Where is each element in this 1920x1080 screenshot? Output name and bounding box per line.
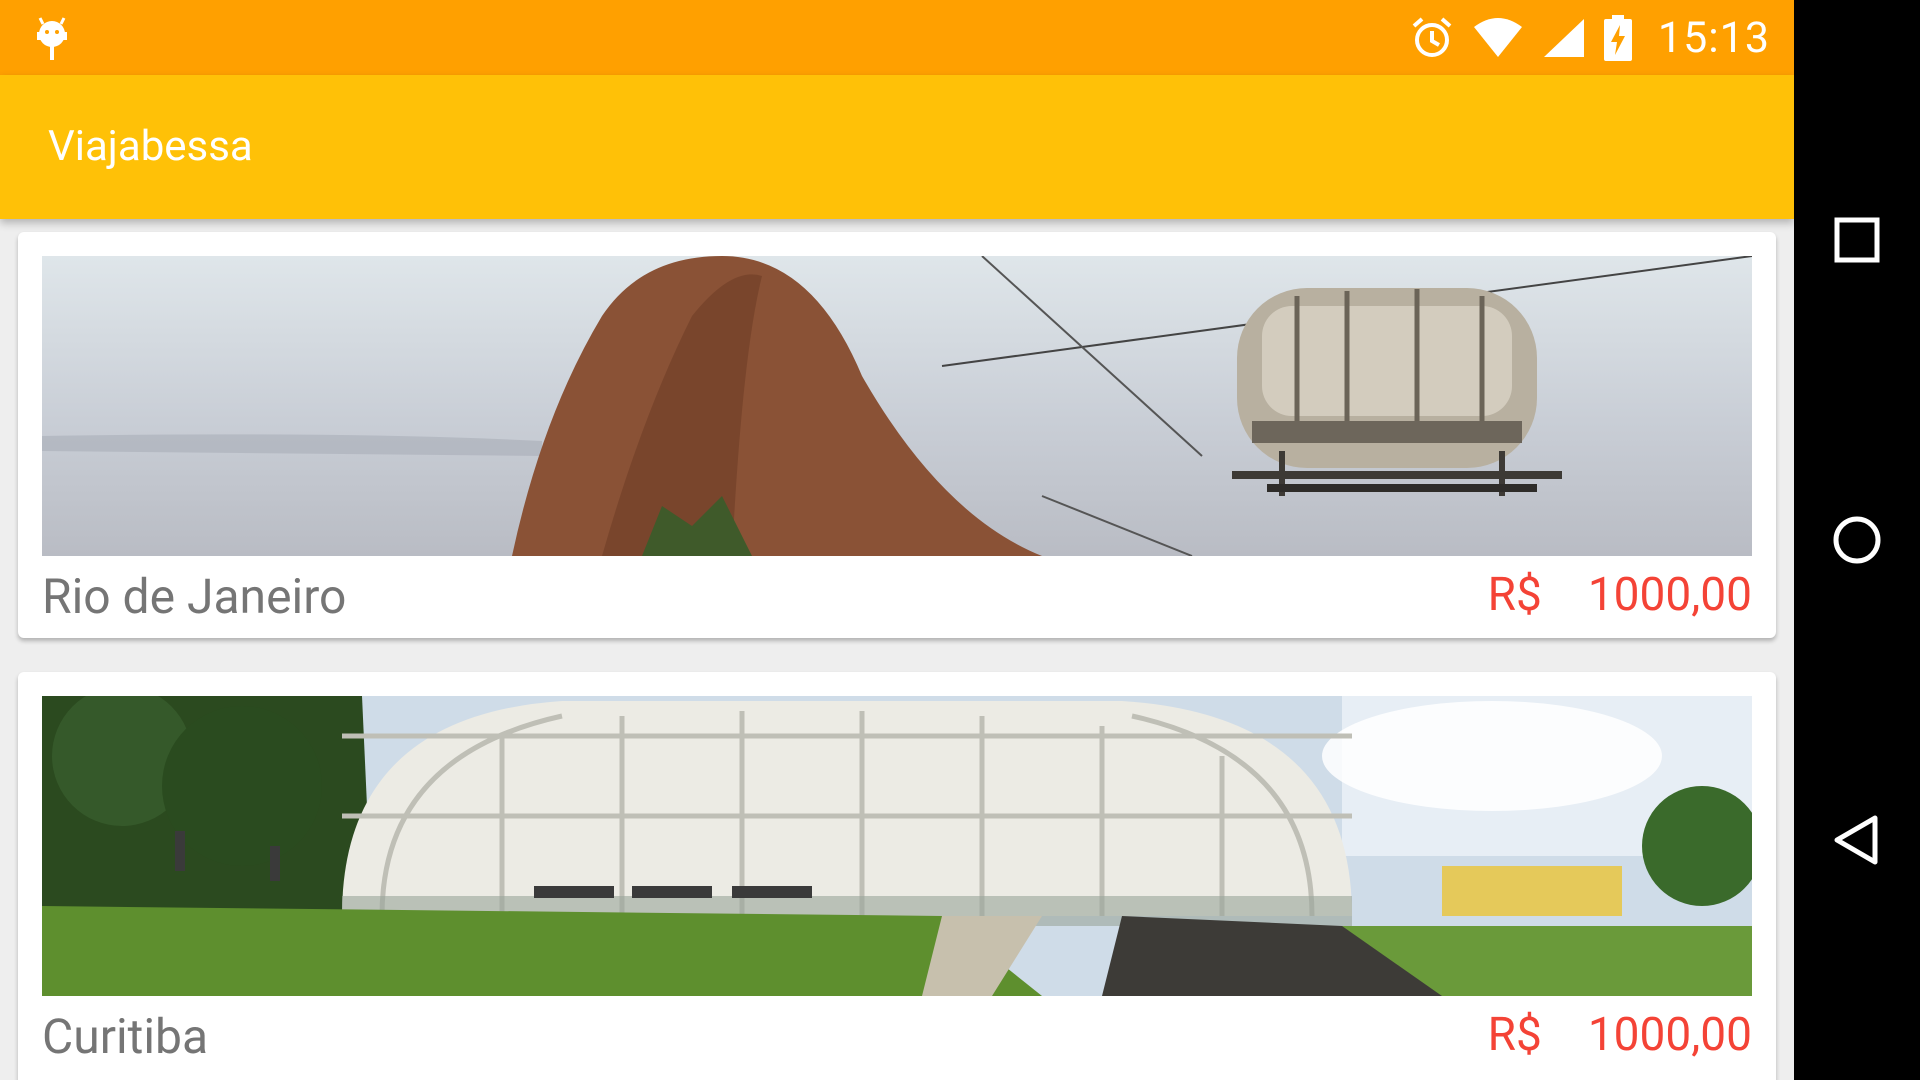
cell-signal-icon — [1543, 19, 1584, 57]
app-toolbar: Viajabessa — [0, 75, 1794, 219]
destination-photo — [42, 256, 1752, 556]
destination-price: R$ 1000,00 — [1488, 1008, 1752, 1062]
back-icon[interactable] — [1827, 810, 1887, 870]
destination-list[interactable]: Rio de Janeiro R$ 1000,00 Curitiba R$ 10… — [0, 219, 1794, 1080]
destination-card[interactable]: Rio de Janeiro R$ 1000,00 — [18, 232, 1776, 638]
price-currency: R$ — [1487, 1008, 1542, 1062]
destination-card[interactable]: Curitiba R$ 1000,00 — [18, 672, 1776, 1080]
wifi-icon — [1473, 18, 1522, 57]
recent-apps-icon[interactable] — [1827, 210, 1887, 270]
price-currency: R$ — [1487, 568, 1542, 622]
destination-city: Curitiba — [42, 1008, 209, 1065]
navigation-bar — [1794, 0, 1920, 1080]
app-title: Viajabessa — [48, 122, 253, 171]
destination-price: R$ 1000,00 — [1488, 568, 1752, 622]
alarm-icon — [1412, 17, 1452, 57]
home-icon[interactable] — [1827, 510, 1887, 570]
destination-city: Rio de Janeiro — [42, 568, 347, 625]
status-clock: 15:13 — [1657, 13, 1770, 63]
app-screen: 15:13 Viajabessa Rio de Janeiro R$ 1000,… — [0, 0, 1794, 1080]
status-bar: 15:13 — [0, 0, 1794, 75]
destination-photo — [42, 696, 1752, 996]
price-value: 1000,00 — [1587, 568, 1752, 622]
price-value: 1000,00 — [1587, 1008, 1752, 1062]
battery-charging-icon — [1603, 15, 1632, 61]
android-debug-icon — [37, 17, 67, 60]
